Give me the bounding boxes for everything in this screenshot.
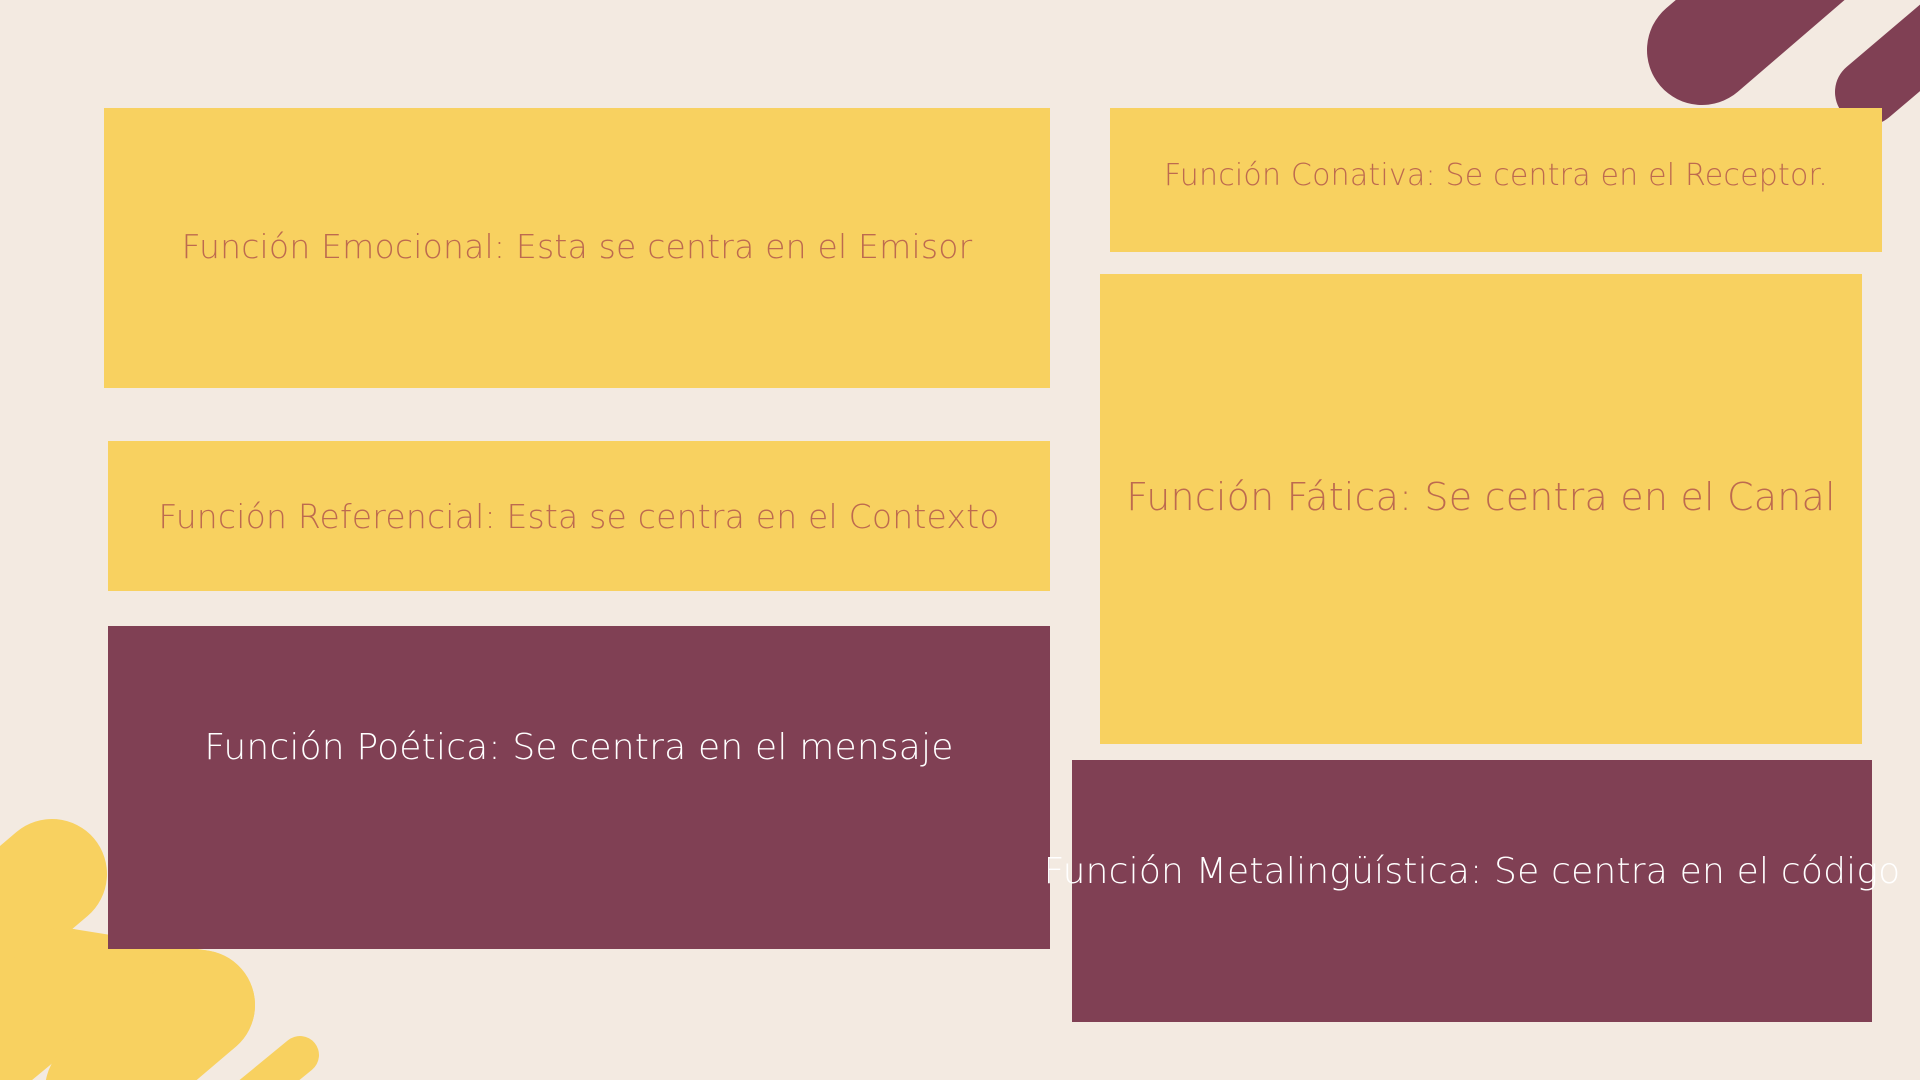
decor-pill-yellow-bottom-4 xyxy=(46,950,255,1080)
slide: Función Emocional: Esta se centra en el … xyxy=(0,0,1920,1080)
card-funcion-referencial: Función Referencial: Esta se centra en e… xyxy=(108,441,1050,591)
decor-pill-yellow-bottom-5 xyxy=(239,1036,319,1080)
card-funcion-fatica-text: Función Fática: Se centra en el Canal xyxy=(1126,475,1836,519)
card-funcion-conativa-text: Función Conativa: Se centra en el Recept… xyxy=(1163,157,1829,193)
card-funcion-poetica-text: Función Poética: Se centra en el mensaje xyxy=(204,727,954,768)
decor-pill-yellow-bottom-1 xyxy=(0,819,107,991)
card-funcion-emocional-text: Función Emocional: Esta se centra en el … xyxy=(181,226,973,266)
card-funcion-referencial-text: Función Referencial: Esta se centra en e… xyxy=(158,496,1000,536)
card-funcion-poetica: Función Poética: Se centra en el mensaje xyxy=(108,626,1050,949)
decor-pill-yellow-bottom-2 xyxy=(0,928,118,1080)
decor-pill-yellow-bottom-3 xyxy=(8,928,255,1060)
card-funcion-metalinguistica-text: Función Metalingüística: Se centra en el… xyxy=(1043,850,1901,892)
decor-pill-plum-top-2 xyxy=(1835,4,1920,125)
decor-pill-plum-top-1 xyxy=(1647,0,1845,105)
card-funcion-conativa: Función Conativa: Se centra en el Recept… xyxy=(1110,108,1882,252)
card-funcion-metalinguistica: Función Metalingüística: Se centra en el… xyxy=(1044,760,1900,1022)
card-funcion-fatica: Función Fática: Se centra en el Canal xyxy=(1100,274,1862,744)
card-funcion-emocional: Función Emocional: Esta se centra en el … xyxy=(104,108,1050,388)
